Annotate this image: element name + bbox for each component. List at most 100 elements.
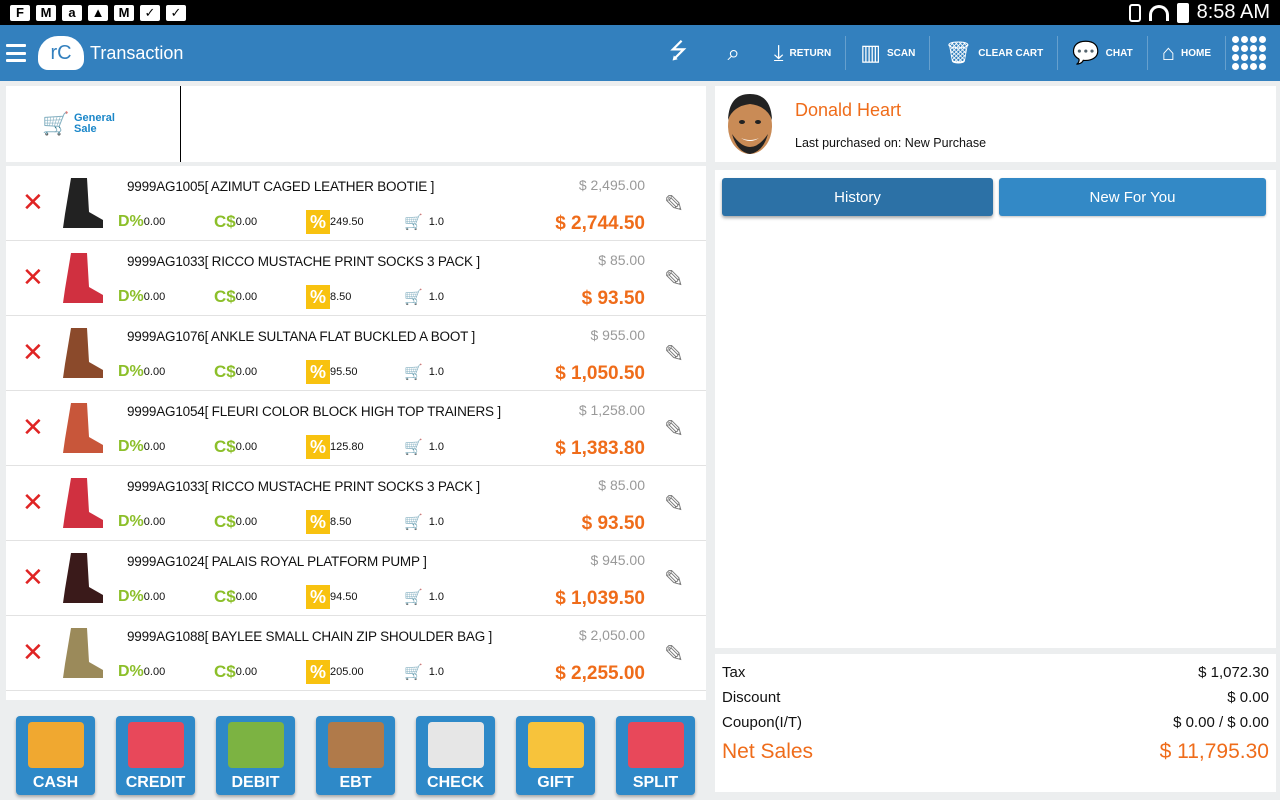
tax-percent-icon: %	[306, 435, 330, 459]
product-thumbnail	[54, 322, 110, 384]
scan-button[interactable]: ▥ SCAN	[846, 36, 931, 70]
item-total-price: $ 1,383.80	[555, 438, 645, 459]
remove-item-icon[interactable]: ✕	[22, 639, 44, 665]
item-tax[interactable]: % 125.80	[306, 435, 404, 459]
discount-value: $ 0.00	[1227, 689, 1269, 706]
coupon-icon: C$	[214, 362, 236, 381]
item-tax[interactable]: % 94.50	[306, 585, 404, 609]
cart-item-row: ✕ 9999AG1054[ FLEURI COLOR BLOCK HIGH TOP…	[6, 391, 706, 466]
cart-quantity-icon: 🛒	[404, 289, 423, 306]
item-quantity[interactable]: 🛒 1.0	[404, 213, 444, 231]
search-button[interactable]: ⌕	[707, 36, 759, 70]
remove-item-icon[interactable]: ✕	[22, 264, 44, 290]
net-sales-row: Net Sales $ 11,795.30	[722, 740, 1269, 764]
cart-quantity-icon: 🛒	[404, 364, 423, 381]
item-tax[interactable]: % 249.50	[306, 210, 404, 234]
apps-grid-icon[interactable]	[1232, 36, 1266, 70]
payment-label: GIFT	[537, 774, 574, 791]
item-quantity[interactable]: 🛒 1.0	[404, 513, 444, 531]
home-icon: ⌂	[1161, 40, 1175, 65]
item-coupon[interactable]: C$ 0.00	[214, 287, 306, 307]
edit-item-icon[interactable]: ✎	[664, 565, 692, 593]
item-tax[interactable]: % 8.50	[306, 285, 404, 309]
product-thumbnail	[54, 472, 110, 534]
payment-label: DEBIT	[231, 774, 280, 791]
net-sales-value: $ 11,795.30	[1159, 740, 1269, 763]
edit-item-icon[interactable]: ✎	[664, 340, 692, 368]
return-button[interactable]: ⤓ RETURN	[760, 36, 847, 70]
edit-item-icon[interactable]: ✎	[664, 265, 692, 293]
customer-card: Donald Heart Last purchased on: New Purc…	[715, 86, 1276, 162]
net-sales-label: Net Sales	[722, 740, 814, 763]
status-time: 8:58 AM	[1196, 1, 1270, 23]
customer-name: Donald Heart	[795, 100, 902, 120]
item-discount[interactable]: D% 0.00	[118, 213, 214, 231]
item-quantity[interactable]: 🛒 1.0	[404, 438, 444, 456]
item-coupon[interactable]: C$ 0.00	[214, 587, 306, 607]
item-coupon[interactable]: C$ 0.00	[214, 362, 306, 382]
cart-quantity-icon: 🛒	[404, 514, 423, 531]
notification-icons: F M a ▲ M ✓ ✓	[0, 4, 186, 21]
discount-icon: D%	[118, 663, 144, 680]
item-coupon[interactable]: C$ 0.00	[214, 212, 306, 232]
payment-label: SPLIT	[632, 774, 679, 791]
amazon-icon: a	[62, 4, 82, 21]
remove-item-icon[interactable]: ✕	[22, 564, 44, 590]
item-quantity[interactable]: 🛒 1.0	[404, 363, 444, 381]
item-discount[interactable]: D% 0.00	[118, 363, 214, 381]
pay-check-button[interactable]: CHECK	[416, 716, 495, 795]
pay-gift-button[interactable]: GIFT	[516, 716, 595, 795]
item-discount[interactable]: D% 0.00	[118, 513, 214, 531]
item-tax[interactable]: % 8.50	[306, 510, 404, 534]
category-label: General Sale	[74, 112, 115, 135]
category-bar: 🛒 General Sale	[6, 86, 706, 162]
app-toolbar: rC Transaction ⭍ ⌕ ⤓ RETURN ▥ SCAN 🗑 CLEAR …	[0, 25, 1280, 81]
edit-item-icon[interactable]: ✎	[664, 490, 692, 518]
item-tax[interactable]: % 205.00	[306, 660, 404, 684]
tax-row: Tax $ 1,072.30	[722, 664, 1269, 681]
pay-credit-button[interactable]: CREDIT	[116, 716, 195, 795]
gmail-icon: M	[114, 4, 134, 21]
usb-button[interactable]: ⭍	[649, 36, 707, 70]
item-tax[interactable]: % 95.50	[306, 360, 404, 384]
chat-button[interactable]: 💬 CHAT	[1058, 36, 1148, 70]
clear-cart-button[interactable]: 🗑 CLEAR CART	[930, 36, 1059, 70]
item-discount[interactable]: D% 0.00	[118, 663, 214, 681]
remove-item-icon[interactable]: ✕	[22, 489, 44, 515]
category-general-sale[interactable]: 🛒 General Sale	[6, 86, 181, 162]
coupon-value: $ 0.00 / $ 0.00	[1173, 714, 1269, 731]
pay-cash-button[interactable]: CASH	[16, 716, 95, 795]
edit-item-icon[interactable]: ✎	[664, 640, 692, 668]
discount-row: Discount $ 0.00	[722, 689, 1269, 706]
item-unit-price: $ 2,050.00	[578, 627, 645, 643]
item-quantity[interactable]: 🛒 1.0	[404, 588, 444, 606]
tab-new-for-you[interactable]: New For You	[999, 178, 1266, 216]
item-total-price: $ 2,255.00	[555, 663, 645, 684]
coupon-icon: C$	[214, 662, 236, 681]
edit-item-icon[interactable]: ✎	[664, 415, 692, 443]
remove-item-icon[interactable]: ✕	[22, 189, 44, 215]
tax-percent-icon: %	[306, 210, 330, 234]
hamburger-menu-icon[interactable]	[6, 44, 26, 62]
gmail-icon: M	[36, 4, 56, 21]
item-total-price: $ 1,039.50	[555, 588, 645, 609]
search-icon: ⌕	[727, 40, 740, 65]
pay-ebt-button[interactable]: EBT	[316, 716, 395, 795]
home-button[interactable]: ⌂ HOME	[1148, 36, 1226, 70]
item-coupon[interactable]: C$ 0.00	[214, 512, 306, 532]
remove-item-icon[interactable]: ✕	[22, 339, 44, 365]
pay-split-button[interactable]: SPLIT	[616, 716, 695, 795]
item-discount[interactable]: D% 0.00	[118, 288, 214, 306]
edit-item-icon[interactable]: ✎	[664, 190, 692, 218]
cart-item-row: ✕ 9999AG1005[ AZIMUT CAGED LEATHER BOOTIE…	[6, 166, 706, 241]
item-discount[interactable]: D% 0.00	[118, 438, 214, 456]
item-quantity[interactable]: 🛒 1.0	[404, 288, 444, 306]
item-coupon[interactable]: C$ 0.00	[214, 437, 306, 457]
item-coupon[interactable]: C$ 0.00	[214, 662, 306, 682]
item-total-price: $ 93.50	[581, 513, 645, 534]
pay-debit-button[interactable]: DEBIT	[216, 716, 295, 795]
item-discount[interactable]: D% 0.00	[118, 588, 214, 606]
item-quantity[interactable]: 🛒 1.0	[404, 663, 444, 681]
remove-item-icon[interactable]: ✕	[22, 414, 44, 440]
tab-history[interactable]: History	[722, 178, 993, 216]
